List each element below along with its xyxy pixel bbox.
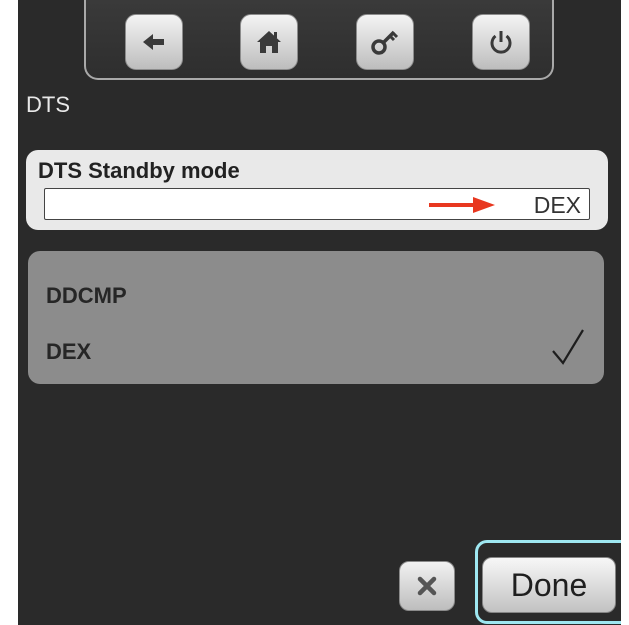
option-label: DDCMP [46,283,127,308]
option-list: DDCMP DEX [28,251,604,384]
setting-value-field[interactable]: DEX [44,188,590,220]
arrow-right-icon [429,197,495,213]
setting-value: DEX [533,192,581,218]
option-dex[interactable]: DEX [28,325,604,375]
checkmark-icon [552,329,584,365]
back-button[interactable] [125,14,183,70]
setting-label: DTS Standby mode [38,158,240,183]
key-button[interactable] [356,14,414,70]
key-icon [371,30,399,55]
close-icon [417,576,437,596]
home-icon [257,31,281,53]
option-label: DEX [46,339,92,364]
power-button[interactable] [472,14,530,70]
done-button[interactable]: Done [482,557,616,613]
back-arrow-icon [143,34,164,50]
power-icon [490,31,512,54]
screen-title: DTS [26,92,70,117]
home-button[interactable] [240,14,298,70]
setting-panel: DTS Standby mode DEX [26,150,608,230]
cancel-button[interactable] [399,561,455,611]
top-toolbar [84,0,554,80]
device-screen: DTS DTS Standby mode DEX DDCMP DEX Done [18,0,621,625]
option-ddcmp[interactable]: DDCMP [28,269,604,319]
